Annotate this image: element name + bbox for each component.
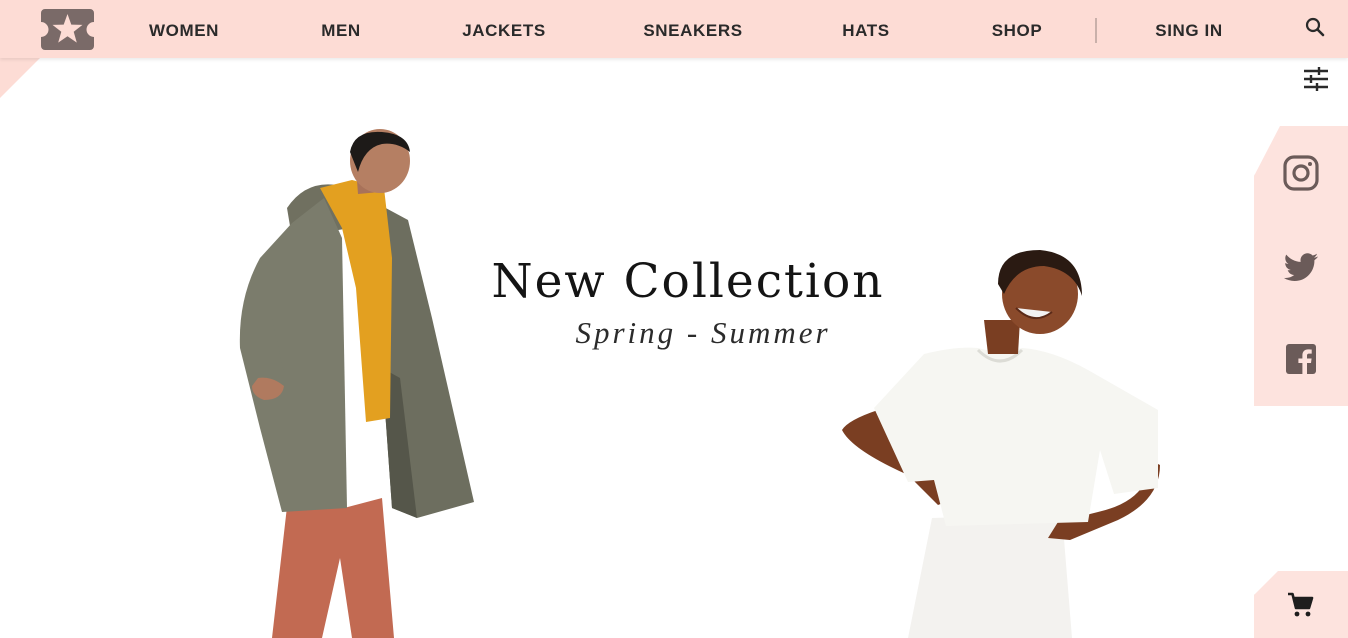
sign-in-link[interactable]: SING IN — [1155, 20, 1223, 42]
star-ticket-icon — [41, 9, 94, 50]
nav-link-shop[interactable]: SHOP — [992, 20, 1043, 42]
hero-model-woman-image — [838, 250, 1162, 638]
instagram-link[interactable] — [1282, 154, 1320, 192]
instagram-icon — [1283, 155, 1319, 191]
search-button[interactable] — [1302, 15, 1328, 41]
brand-logo[interactable] — [41, 9, 94, 50]
social-links-panel — [1254, 126, 1348, 406]
twitter-icon — [1283, 253, 1318, 281]
sliders-icon — [1304, 67, 1328, 91]
nav-link-women[interactable]: WOMEN — [149, 20, 219, 42]
hero-subtitle: Spring - Summer — [575, 315, 831, 350]
nav-divider — [1095, 18, 1097, 43]
cart-button[interactable] — [1254, 571, 1348, 638]
nav-link-hats[interactable]: HATS — [842, 20, 889, 42]
header-corner-decoration — [0, 57, 41, 98]
hero-model-man-image — [232, 128, 482, 638]
nav-link-sneakers[interactable]: SNEAKERS — [643, 20, 742, 42]
nav-link-men[interactable]: MEN — [321, 20, 361, 42]
cart-icon — [1288, 592, 1314, 617]
search-icon — [1305, 17, 1325, 37]
hero-title: New Collection — [491, 254, 885, 309]
facebook-icon — [1286, 344, 1316, 374]
nav-link-jackets[interactable]: JACKETS — [462, 20, 546, 42]
twitter-link[interactable] — [1282, 248, 1320, 286]
facebook-link[interactable] — [1282, 340, 1320, 378]
filter-button[interactable] — [1301, 64, 1331, 94]
top-navbar: WOMEN MEN JACKETS SNEAKERS HATS SHOP SIN… — [0, 0, 1348, 58]
